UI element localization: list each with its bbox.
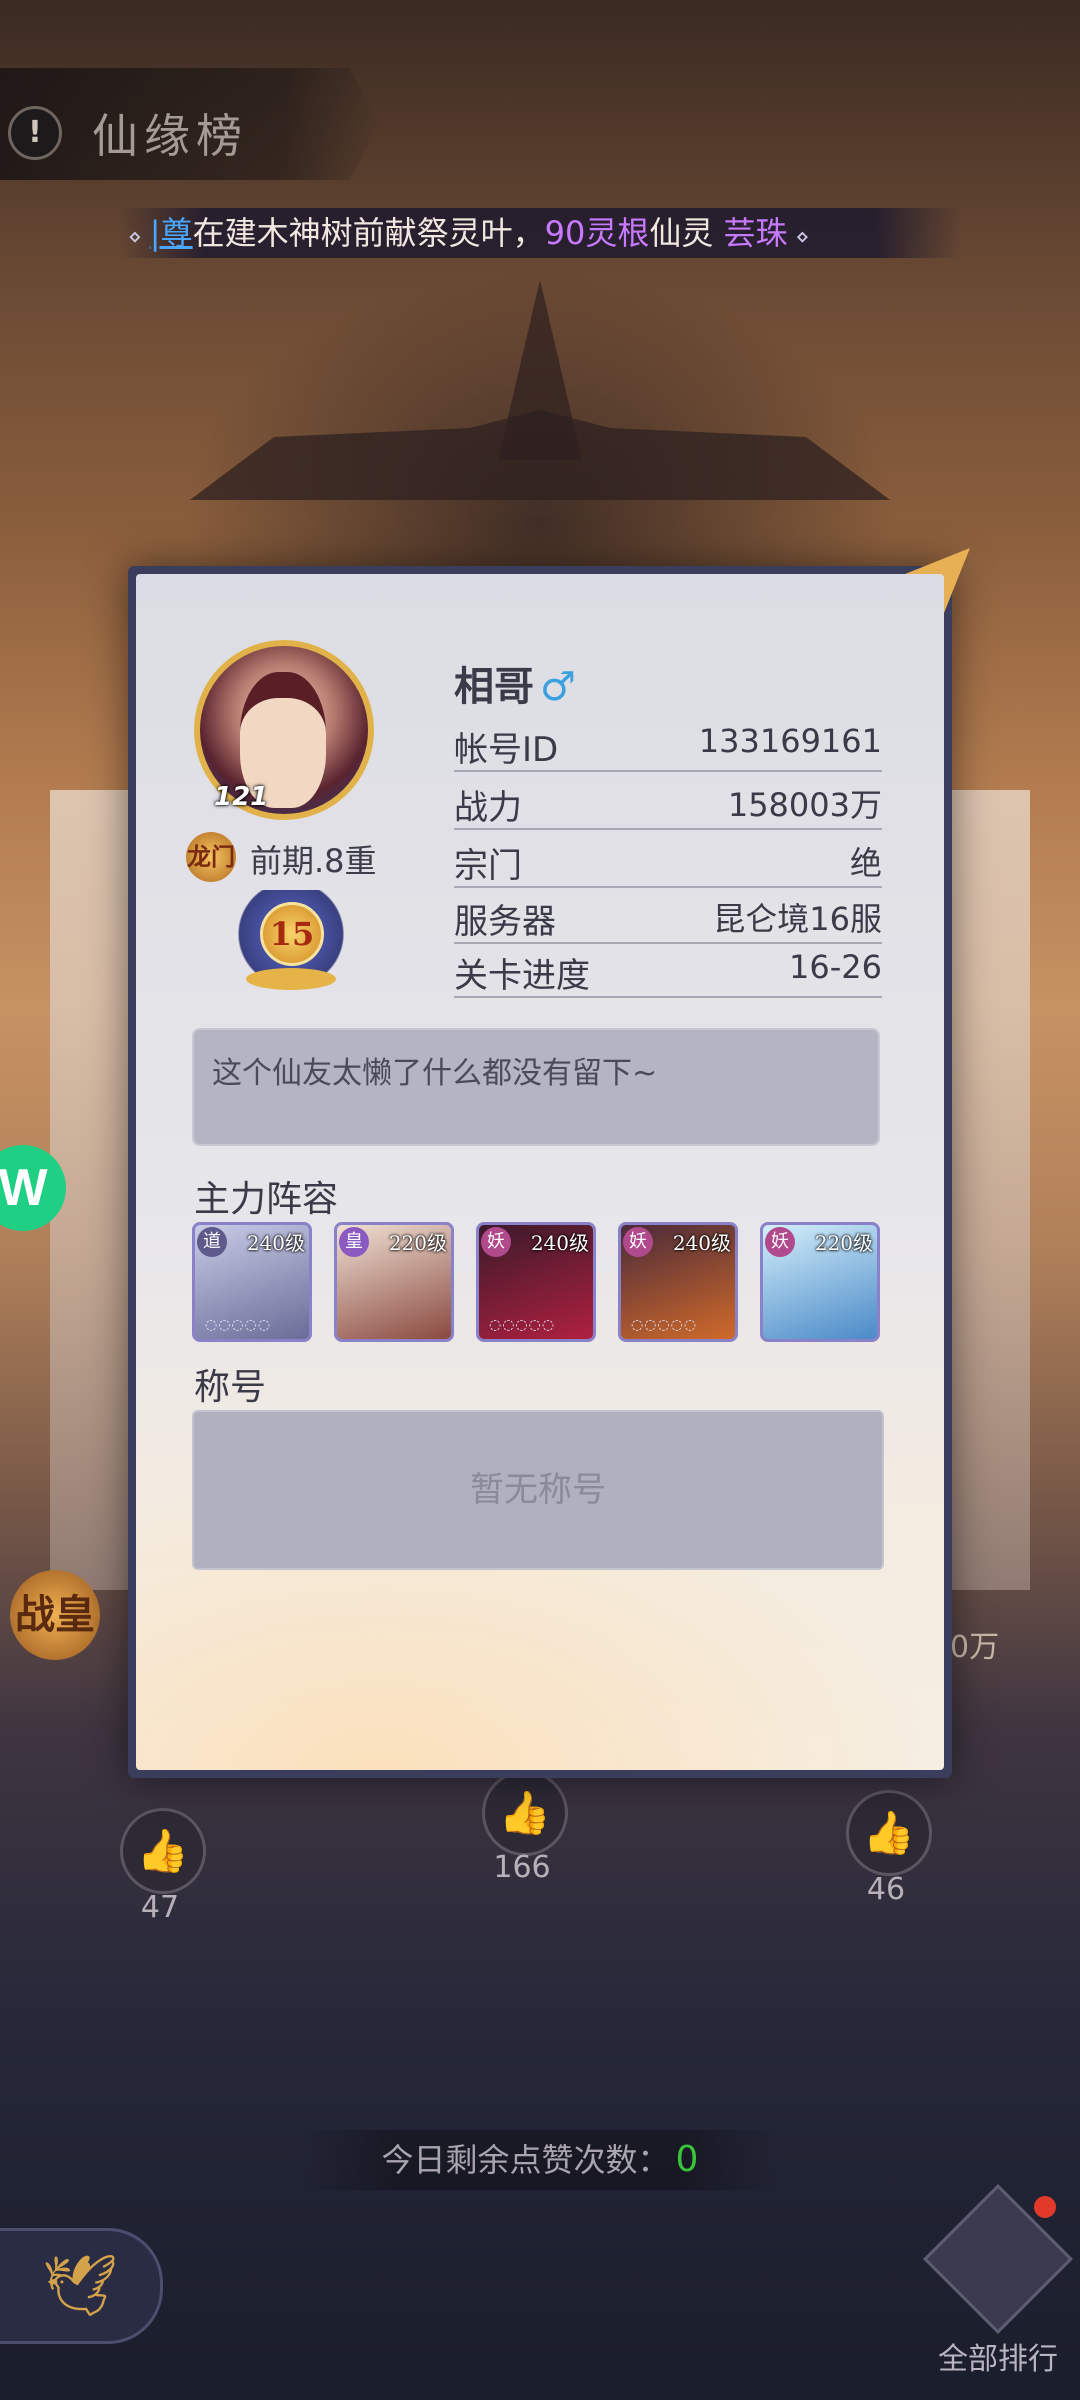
hero-level: 240级 bbox=[672, 1231, 731, 1255]
zhanhuang-badge: 战皇 bbox=[10, 1570, 100, 1660]
hero-stars: ◌◌◌◌◌ bbox=[489, 1317, 556, 1333]
info-row-account-id: 帐号ID 133169161 bbox=[454, 720, 882, 772]
faction-tag: 道 bbox=[197, 1227, 227, 1257]
player-name-line: 相哥 ♂ bbox=[454, 654, 576, 712]
background-panel-right bbox=[940, 790, 1030, 1590]
faction-tag: 皇 bbox=[339, 1227, 369, 1257]
ticker-target: 芸珠 bbox=[723, 214, 788, 252]
info-label: 关卡进度 bbox=[454, 956, 590, 996]
like-count-center: 166 bbox=[493, 1850, 551, 1885]
likes-remaining-label: 今日剩余点赞次数： bbox=[381, 2141, 670, 2179]
info-row-power: 战力 158003万 bbox=[454, 778, 882, 830]
faction-tag: 妖 bbox=[623, 1227, 653, 1257]
like-button-right[interactable]: 👍 bbox=[846, 1790, 932, 1876]
info-label: 战力 bbox=[454, 788, 522, 828]
all-ranking-label: 全部排行 bbox=[938, 2342, 1058, 2377]
player-signature: 这个仙友太懒了什么都没有留下~ bbox=[192, 1028, 880, 1146]
hero-card[interactable]: 皇 220级 bbox=[334, 1222, 454, 1342]
ticker-player-link[interactable]: |尊 bbox=[150, 214, 193, 252]
likes-remaining-bar: 今日剩余点赞次数： 0 bbox=[300, 2130, 780, 2190]
emblem-base bbox=[246, 968, 336, 990]
info-row-sect: 宗门 绝 bbox=[454, 836, 882, 888]
all-ranking-button[interactable]: 全部排行 bbox=[923, 2184, 1073, 2377]
hero-lineup: 道 240级 ◌◌◌◌◌ 皇 220级 妖 240级 ◌◌◌◌◌ 妖 240级 … bbox=[192, 1222, 892, 1346]
faction-tag: 妖 bbox=[481, 1227, 511, 1257]
hero-level: 220级 bbox=[388, 1231, 447, 1255]
lineup-title: 主力阵容 bbox=[194, 1179, 339, 1220]
diamond-icon: ⋄ bbox=[795, 225, 810, 250]
info-value: 133169161 bbox=[698, 722, 882, 760]
rank-emblem-level: 15 bbox=[260, 902, 324, 966]
ticker-text-2: 仙灵 bbox=[649, 214, 724, 252]
like-button-left[interactable]: 👍 bbox=[120, 1808, 206, 1894]
like-count-left: 47 bbox=[140, 1890, 180, 1925]
hero-stars: ◌◌◌◌◌ bbox=[205, 1317, 272, 1333]
titles-empty-box: 暂无称号 bbox=[192, 1410, 884, 1570]
info-label: 服务器 bbox=[454, 902, 556, 942]
hero-level: 220级 bbox=[814, 1231, 873, 1255]
ticker-text: 在建木神树前献祭灵叶， bbox=[192, 214, 545, 252]
background-power-value: 0万 bbox=[950, 1630, 1000, 1665]
rank-emblem-icon: 15 bbox=[236, 890, 346, 1000]
ticker-highlight: 90灵根 bbox=[544, 214, 650, 252]
info-value: 绝 bbox=[849, 844, 882, 882]
hero-level: 240级 bbox=[530, 1231, 589, 1255]
faction-tag: 妖 bbox=[765, 1227, 795, 1257]
notification-dot bbox=[1034, 2196, 1056, 2218]
player-profile-modal: 121 龙门 前期.8重 15 相哥 ♂ 帐号ID 133169161 战力 15… bbox=[136, 574, 944, 1770]
titles-heading: 称号 bbox=[194, 1367, 267, 1408]
page-title: 仙缘榜 bbox=[92, 109, 248, 163]
like-count-right: 46 bbox=[866, 1872, 906, 1907]
info-value: 16-26 bbox=[789, 948, 882, 986]
hero-card[interactable]: 妖 220级 bbox=[760, 1222, 880, 1342]
hero-stars: ◌◌◌◌◌ bbox=[631, 1317, 698, 1333]
hero-card[interactable]: 妖 240级 ◌◌◌◌◌ bbox=[618, 1222, 738, 1342]
info-label: 宗门 bbox=[454, 846, 522, 886]
hero-card[interactable]: 道 240级 ◌◌◌◌◌ bbox=[192, 1222, 312, 1342]
info-row-stage-progress: 关卡进度 16-26 bbox=[454, 946, 882, 998]
likes-remaining-count: 0 bbox=[675, 2139, 699, 2180]
hero-card[interactable]: 妖 240级 ◌◌◌◌◌ bbox=[476, 1222, 596, 1342]
info-label: 帐号ID bbox=[454, 730, 559, 770]
player-name: 相哥 bbox=[454, 664, 534, 710]
cultivation-realm: 前期.8重 bbox=[250, 842, 377, 880]
announcement-ticker: ⋄ |尊在建木神树前献祭灵叶，90灵根仙灵 芸珠 ⋄ bbox=[120, 208, 960, 258]
exclamation-icon[interactable]: ! bbox=[8, 106, 62, 160]
swallow-menu-button[interactable]: 🕊 bbox=[0, 2228, 163, 2344]
info-value: 昆仑境16服 bbox=[713, 900, 882, 938]
info-row-server: 服务器 昆仑境16服 bbox=[454, 892, 882, 944]
hero-level: 240级 bbox=[246, 1231, 305, 1255]
info-value: 158003万 bbox=[727, 786, 882, 824]
dragon-gate-icon: 龙门 bbox=[186, 832, 236, 882]
male-icon: ♂ bbox=[540, 664, 576, 710]
avatar-level: 121 bbox=[214, 782, 269, 812]
like-button-center[interactable]: 👍 bbox=[482, 1770, 568, 1856]
diamond-icon: ⋄ bbox=[128, 225, 142, 250]
